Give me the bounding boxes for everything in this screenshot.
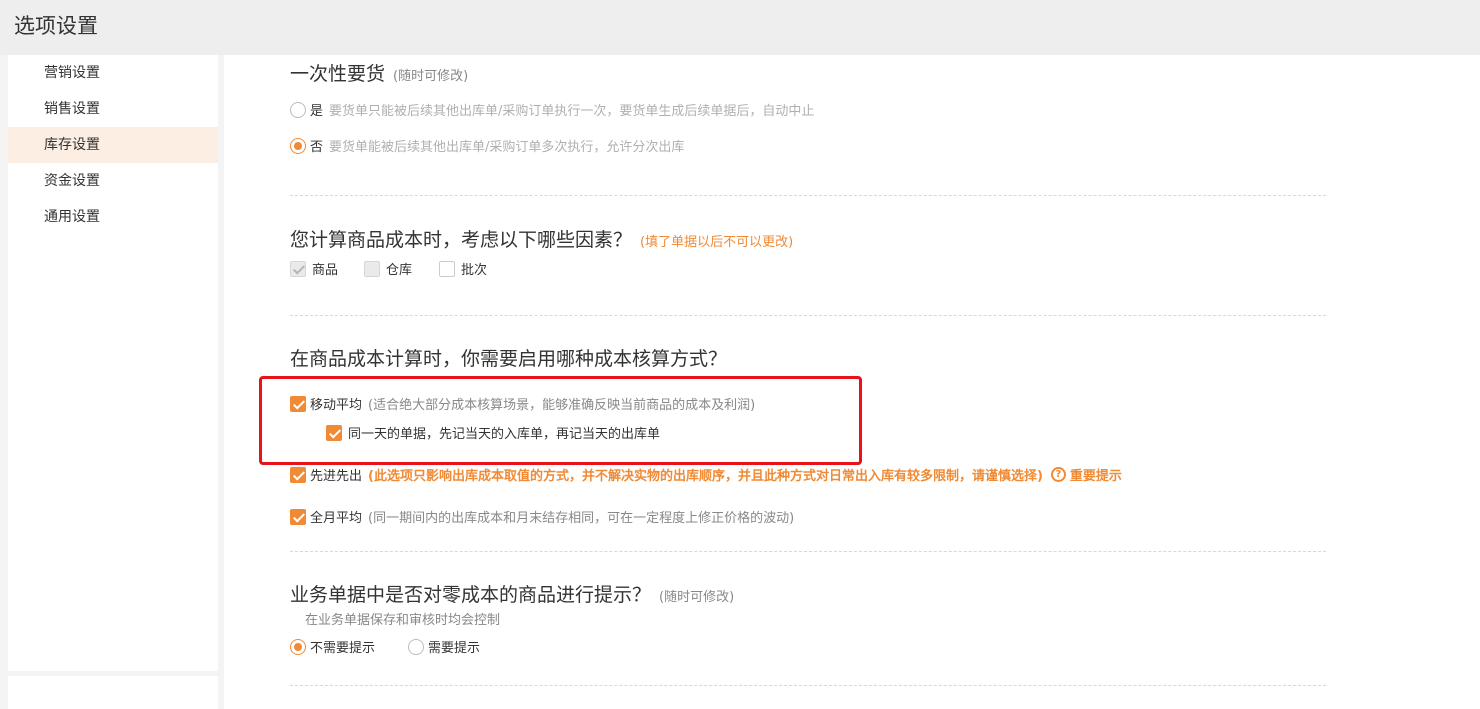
- section-one-time-heading: 一次性要货: [290, 63, 386, 85]
- checkbox-factor-product[interactable]: [290, 260, 306, 277]
- option-factor-warehouse[interactable]: 仓库: [364, 259, 412, 278]
- option-need-prompt-label: 需要提示: [428, 641, 481, 656]
- option-same-day-label: 同一天的单据，先记当天的入库单，再记当天的出库单: [348, 427, 661, 442]
- sidebar: 营销设置 销售设置 库存设置 资金设置 通用设置: [8, 55, 218, 671]
- checkbox-factor-warehouse[interactable]: [364, 260, 380, 277]
- option-fifo-desc: (此选项只影响出库成本取值的方式，并不解决实物的出库顺序，并且此种方式对日常出入…: [368, 469, 1043, 484]
- option-moving-average-desc: (适合绝大部分成本核算场景，能够准确反映当前商品的成本及利润): [368, 398, 756, 413]
- section-zero-cost-note: (随时可修改): [659, 590, 735, 605]
- option-no-prompt[interactable]: 不需要提示: [290, 637, 375, 656]
- option-moving-average-label: 移动平均: [310, 398, 363, 413]
- option-moving-average[interactable]: 移动平均 (适合绝大部分成本核算场景，能够准确反映当前商品的成本及利润): [290, 394, 755, 413]
- checkbox-fifo[interactable]: [290, 466, 306, 483]
- radio-need-prompt[interactable]: [408, 638, 424, 655]
- option-factor-product[interactable]: 商品: [290, 259, 338, 278]
- sidebar-item-sales[interactable]: 销售设置: [8, 91, 218, 127]
- checkbox-monthly-average[interactable]: [290, 508, 306, 525]
- highlight-box: [259, 376, 862, 465]
- radio-one-time-yes[interactable]: [290, 101, 306, 118]
- option-monthly-average-label: 全月平均: [310, 511, 363, 526]
- option-no-prompt-label: 不需要提示: [310, 641, 376, 656]
- option-fifo[interactable]: 先进先出 (此选项只影响出库成本取值的方式，并不解决实物的出库顺序，并且此种方式…: [290, 465, 1122, 484]
- section-cost-method-title: 在商品成本计算时，你需要启用哪种成本核算方式？: [290, 348, 728, 370]
- option-need-prompt[interactable]: 需要提示: [408, 637, 480, 656]
- option-one-time-no-label: 否: [310, 140, 324, 155]
- section-zero-cost-heading: 业务单据中是否对零成本的商品进行提示？: [290, 584, 652, 606]
- option-one-time-yes[interactable]: 是 要货单只能被后续其他出库单/采购订单执行一次，要货单生成后续单据后，自动中止: [290, 100, 814, 119]
- section-zero-cost-title: 业务单据中是否对零成本的商品进行提示？ (随时可修改): [290, 580, 734, 607]
- option-factor-batch[interactable]: 批次: [439, 259, 487, 278]
- section-cost-factors-heading: 您计算商品成本时，考虑以下哪些因素？: [290, 229, 633, 251]
- important-hint-label: 重要提示: [1069, 469, 1122, 484]
- sidebar-item-funds[interactable]: 资金设置: [8, 163, 218, 199]
- section-one-time-title: 一次性要货 (随时可修改): [290, 59, 468, 86]
- title-bar: 选项设置: [0, 0, 1480, 55]
- option-factor-warehouse-label: 仓库: [386, 263, 413, 278]
- important-hint-link[interactable]: ? 重要提示: [1050, 465, 1122, 484]
- divider: [290, 685, 1326, 686]
- option-factor-product-label: 商品: [312, 263, 339, 278]
- section-cost-factors-title: 您计算商品成本时，考虑以下哪些因素？ (填了单据以后不可以更改): [290, 225, 793, 252]
- section-cost-factors-note: (填了单据以后不可以更改): [640, 235, 794, 250]
- radio-no-prompt[interactable]: [290, 638, 306, 655]
- sidebar-item-inventory[interactable]: 库存设置: [8, 127, 218, 163]
- checkbox-same-day[interactable]: [326, 424, 342, 441]
- window-title: 选项设置: [14, 14, 98, 38]
- option-monthly-average[interactable]: 全月平均 (同一期间内的出库成本和月末结存相同，可在一定程度上修正价格的波动): [290, 507, 794, 526]
- checkbox-factor-batch[interactable]: [439, 260, 455, 277]
- divider: [290, 195, 1326, 196]
- option-one-time-yes-desc: 要货单只能被后续其他出库单/采购订单执行一次，要货单生成后续单据后，自动中止: [329, 104, 815, 119]
- divider: [290, 315, 1326, 316]
- sidebar-item-general[interactable]: 通用设置: [8, 199, 218, 235]
- sidebar-item-marketing[interactable]: 营销设置: [8, 55, 218, 91]
- option-monthly-average-desc: (同一期间内的出库成本和月末结存相同，可在一定程度上修正价格的波动): [368, 511, 795, 526]
- section-one-time-note: (随时可修改): [393, 69, 469, 84]
- question-circle-icon: ?: [1050, 467, 1066, 482]
- option-one-time-no-desc: 要货单能被后续其他出库单/采购订单多次执行，允许分次出库: [329, 140, 685, 155]
- radio-one-time-no[interactable]: [290, 137, 306, 154]
- sidebar-footer: [8, 676, 218, 709]
- option-factor-batch-label: 批次: [461, 263, 488, 278]
- section-zero-cost-subnote: 在业务单据保存和审核时均会控制: [305, 613, 501, 628]
- option-fifo-label: 先进先出: [310, 469, 363, 484]
- checkbox-moving-average[interactable]: [290, 395, 306, 412]
- divider: [290, 551, 1326, 552]
- option-one-time-yes-label: 是: [310, 104, 324, 119]
- option-one-time-no[interactable]: 否 要货单能被后续其他出库单/采购订单多次执行，允许分次出库: [290, 136, 684, 155]
- option-same-day[interactable]: 同一天的单据，先记当天的入库单，再记当天的出库单: [326, 423, 660, 442]
